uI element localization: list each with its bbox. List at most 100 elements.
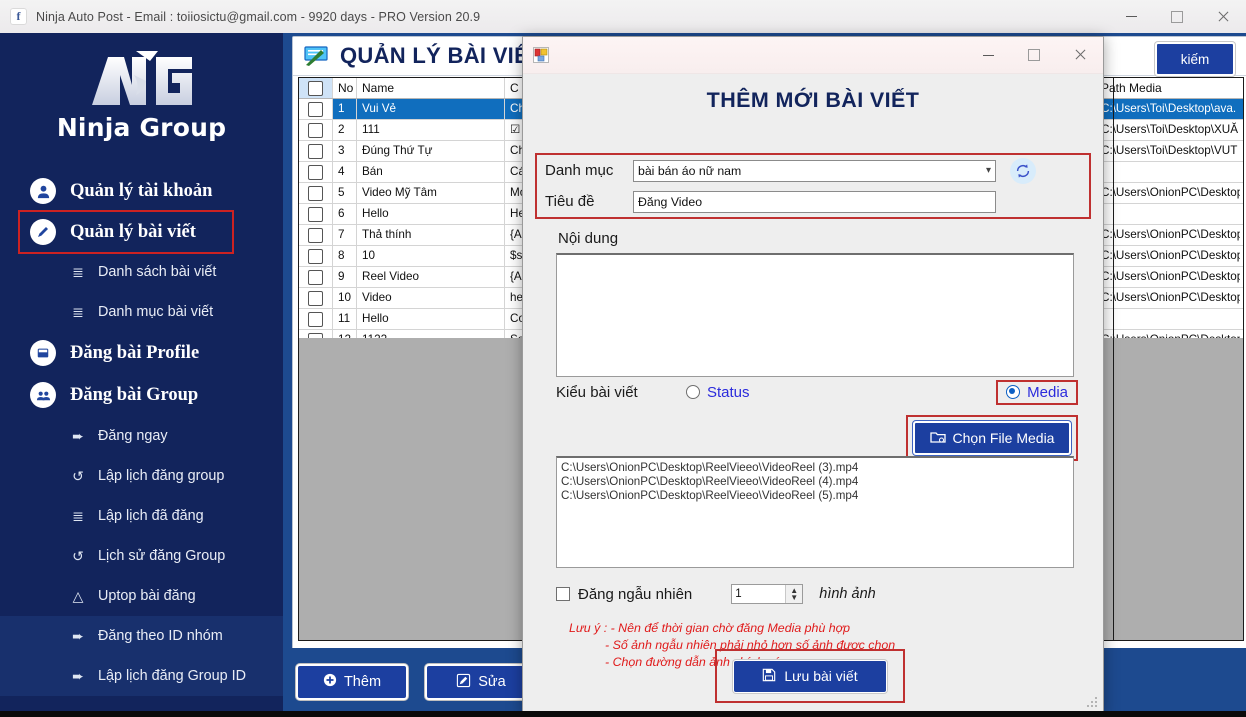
sidebar-item-scheduled-posted[interactable]: ≣ Lập lịch đã đăng: [0, 496, 283, 536]
list-item[interactable]: C:\Users\OnionPC\Desktop\ReelVieeo\Video…: [561, 461, 1069, 475]
sidebar-item-post-by-group-id[interactable]: ➨ Đăng theo ID nhóm: [0, 616, 283, 656]
sidebar-item-schedule-group[interactable]: ↺ Lập lịch đăng group: [0, 456, 283, 496]
stepper-arrows-icon[interactable]: ▲ ▼: [785, 585, 803, 603]
cell-no: 5: [333, 183, 357, 203]
cell-path: [1095, 162, 1240, 182]
cell-no: 11: [333, 309, 357, 329]
category-value: bài bán áo nữ nam: [638, 163, 742, 178]
sidebar-item-uptop-post[interactable]: △ Uptop bài đăng: [0, 576, 283, 616]
post-title-input[interactable]: Đăng Video: [633, 190, 996, 213]
sidebar-item-post-management[interactable]: Quản lý bài viết: [18, 210, 234, 254]
sidebar-item-group-history[interactable]: ↺ Lịch sử đăng Group: [0, 536, 283, 576]
search-button-label: kiếm: [1180, 51, 1210, 67]
send-icon: ➨: [72, 427, 84, 444]
list-icon: ≣: [72, 507, 84, 524]
row-checkbox[interactable]: [308, 122, 323, 138]
random-count-value: 1: [735, 588, 742, 600]
radio-media[interactable]: [1006, 385, 1021, 399]
row-checkbox[interactable]: [308, 290, 323, 306]
brand-logo: Ninja Group: [0, 33, 283, 158]
column-header-name[interactable]: Name: [357, 78, 505, 98]
dialog-maximize-button[interactable]: [1011, 37, 1057, 73]
sidebar-item-label: Quản lý bài viết: [70, 221, 196, 242]
radio-media-group[interactable]: Media: [996, 379, 1078, 405]
row-checkbox-cell[interactable]: [299, 288, 333, 308]
send-icon: ➨: [72, 667, 84, 684]
row-checkbox-cell[interactable]: [299, 246, 333, 266]
note-line-1: Lưu ý : - Nên để thời gian chờ đăng Medi…: [569, 621, 851, 635]
refresh-button[interactable]: [1010, 157, 1036, 184]
sidebar-item-post-now[interactable]: ➨ Đăng ngay: [0, 416, 283, 456]
row-checkbox-cell[interactable]: [299, 99, 333, 119]
sidebar-item-label: Lập lịch đăng group: [98, 468, 225, 484]
cell-path: C:\Users\OnionPC\Desktop: [1101, 291, 1240, 304]
sidebar-item-label: Quản lý tài khoản: [70, 180, 213, 201]
row-checkbox-cell[interactable]: [299, 183, 333, 203]
row-checkbox[interactable]: [308, 311, 323, 327]
save-post-button[interactable]: Lưu bài viết: [733, 659, 887, 693]
window-close-button[interactable]: [1200, 0, 1246, 33]
cell-path: C:\Users\Toi\Desktop\VUT: [1101, 144, 1238, 157]
maximize-icon: [1028, 49, 1040, 61]
cell-name: Vui Vẻ: [357, 99, 505, 119]
row-checkbox[interactable]: [308, 101, 323, 117]
add-button[interactable]: Thêm: [296, 664, 408, 700]
pick-media-button[interactable]: Chọn File Media: [913, 421, 1071, 455]
selected-files-list[interactable]: C:\Users\OnionPC\Desktop\ReelVieeo\Video…: [556, 456, 1074, 568]
sidebar-item-schedule-group-id[interactable]: ➨ Lập lịch đăng Group ID: [0, 656, 283, 696]
sidebar-item-post-category[interactable]: ≣ Danh mục bài viết: [0, 292, 283, 332]
category-select[interactable]: bài bán áo nữ nam ▾: [633, 159, 996, 182]
list-item[interactable]: C:\Users\OnionPC\Desktop\ReelVieeo\Video…: [561, 475, 1069, 489]
row-checkbox[interactable]: [308, 185, 323, 201]
sidebar-item-label: Đăng ngay: [98, 428, 168, 444]
taskbar-strip: [0, 711, 1246, 717]
random-count-stepper[interactable]: 1 ▲ ▼: [731, 584, 804, 604]
row-checkbox[interactable]: [308, 248, 323, 264]
add-button-label: Thêm: [343, 674, 382, 690]
column-header-path-media[interactable]: Path Media: [1095, 78, 1240, 98]
sidebar-item-label: Lập lịch đã đăng: [98, 508, 204, 524]
row-checkbox[interactable]: [308, 206, 323, 222]
list-item[interactable]: C:\Users\OnionPC\Desktop\ReelVieeo\Video…: [561, 489, 1069, 503]
row-checkbox-cell[interactable]: [299, 162, 333, 182]
dialog-close-button[interactable]: [1057, 37, 1103, 73]
post-title-label: Tiêu đề: [545, 193, 595, 210]
close-icon: [1074, 49, 1086, 61]
row-checkbox[interactable]: [308, 269, 323, 285]
cell-name: 10: [357, 246, 505, 266]
category-row: Danh mục bài bán áo nữ nam ▾: [537, 155, 1089, 186]
page-title: QUẢN LÝ BÀI VIẾT: [340, 43, 543, 68]
row-checkbox-cell[interactable]: [299, 120, 333, 140]
random-post-checkbox[interactable]: [556, 587, 570, 601]
pick-media-button-label: Chọn File Media: [952, 430, 1055, 446]
category-title-group: Danh mục bài bán áo nữ nam ▾ Tiêu đề Đăn…: [535, 153, 1091, 219]
row-checkbox-cell[interactable]: [299, 141, 333, 161]
row-checkbox-cell[interactable]: [299, 225, 333, 245]
sidebar-item-post-profile[interactable]: Đăng bài Profile: [0, 332, 283, 374]
row-checkbox-cell[interactable]: [299, 309, 333, 329]
sidebar-item-post-list[interactable]: ≣ Danh sách bài viết: [0, 252, 283, 292]
select-all-cell[interactable]: [299, 78, 333, 98]
sidebar-item-account-management[interactable]: Quản lý tài khoản: [0, 170, 283, 212]
search-button[interactable]: kiếm: [1155, 42, 1235, 76]
edit-button[interactable]: Sửa: [425, 664, 537, 700]
cell-name: Video: [357, 288, 505, 308]
row-checkbox-cell[interactable]: [299, 204, 333, 224]
select-all-checkbox[interactable]: [308, 80, 323, 96]
content-textarea[interactable]: [556, 253, 1074, 377]
resize-grip-icon[interactable]: [1087, 697, 1099, 709]
window-minimize-button[interactable]: [1108, 0, 1154, 33]
cell-path: C:\Users\OnionPC\Desktop: [1101, 270, 1240, 283]
dialog-minimize-button[interactable]: [965, 37, 1011, 73]
radio-status[interactable]: [686, 385, 700, 399]
stepper-down-icon[interactable]: ▼: [790, 594, 798, 602]
minimize-icon: [982, 54, 994, 56]
window-maximize-button[interactable]: [1154, 0, 1200, 33]
row-checkbox[interactable]: [308, 143, 323, 159]
column-header-no[interactable]: No: [333, 78, 357, 98]
row-checkbox-cell[interactable]: [299, 267, 333, 287]
main-window-titlebar: f Ninja Auto Post - Email : toiiosictu@g…: [0, 0, 1246, 34]
row-checkbox[interactable]: [308, 164, 323, 180]
row-checkbox[interactable]: [308, 227, 323, 243]
sidebar-item-post-group[interactable]: Đăng bài Group: [0, 374, 283, 416]
